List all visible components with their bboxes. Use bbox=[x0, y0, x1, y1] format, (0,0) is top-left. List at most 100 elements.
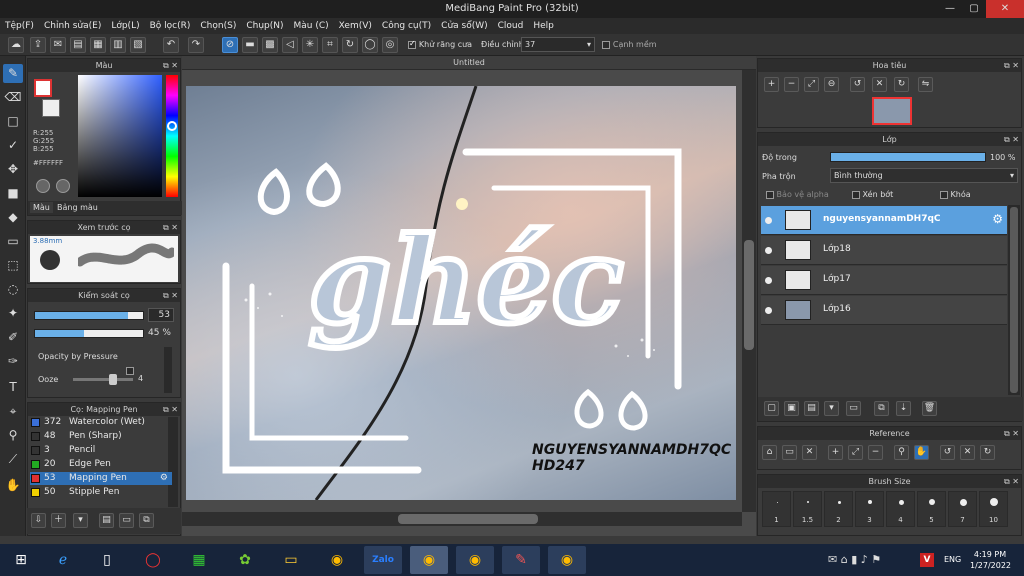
comic-icon[interactable]: ▧ bbox=[130, 37, 146, 53]
brush-size-cell[interactable]: 7 bbox=[948, 491, 977, 527]
ref-fit-icon[interactable]: ⤢ bbox=[848, 445, 863, 460]
clipping-option[interactable]: Xén bớt bbox=[852, 190, 893, 199]
brush-size-cell[interactable]: 5 bbox=[917, 491, 946, 527]
brush-size-value[interactable]: 53 bbox=[148, 308, 174, 322]
zoom-out-icon[interactable]: − bbox=[784, 77, 799, 92]
soft-edge-option[interactable]: Cạnh mềm bbox=[602, 40, 657, 50]
clock[interactable]: 4:19 PM 1/27/2022 bbox=[970, 549, 1011, 571]
brush-menu-icon[interactable]: ▾ bbox=[73, 513, 88, 528]
spreadsheet-icon[interactable]: ▦ bbox=[180, 546, 218, 574]
app-icon[interactable]: ✿ bbox=[226, 546, 264, 574]
brush-list-item[interactable]: 48 Pen (Sharp) bbox=[30, 430, 172, 443]
internet-explorer-icon[interactable]: ℯ bbox=[44, 546, 82, 574]
lock-checkbox[interactable] bbox=[940, 190, 948, 199]
layer-row[interactable]: Lớp18 bbox=[761, 236, 1007, 265]
brush-tool-icon[interactable]: ✎ bbox=[3, 64, 23, 83]
tab-color[interactable]: Màu bbox=[30, 202, 53, 213]
rotate-right-icon[interactable]: ↻ bbox=[894, 77, 909, 92]
panel-close-icon[interactable]: ⧉ ✕ bbox=[1004, 427, 1019, 440]
brush-list-item[interactable]: 50 Stipple Pen bbox=[30, 486, 172, 499]
brush-opacity-slider[interactable] bbox=[34, 329, 144, 338]
antialias-option[interactable]: Khử răng cưa bbox=[408, 39, 472, 50]
panel-close-icon[interactable]: ⧉ ✕ bbox=[163, 289, 178, 302]
zoom-100-icon[interactable]: ⊖ bbox=[824, 77, 839, 92]
color-picker-icon[interactable] bbox=[56, 179, 70, 193]
tray-icons[interactable]: ✉ ⌂ ▮ ♪ ⚑ bbox=[828, 553, 881, 566]
ref-zoom-in-icon[interactable]: + bbox=[828, 445, 843, 460]
close-button[interactable]: ✕ bbox=[986, 0, 1024, 18]
panel-close-icon[interactable]: ⧉ ✕ bbox=[163, 221, 178, 234]
grid-icon[interactable]: ▥ bbox=[110, 37, 126, 53]
hue-handle[interactable] bbox=[167, 121, 177, 131]
new-layer-icon[interactable]: ▢ bbox=[764, 401, 779, 416]
new-8bit-layer-icon[interactable]: ▤ bbox=[804, 401, 819, 416]
document-tab[interactable]: Untitled bbox=[182, 56, 756, 70]
panel-close-icon[interactable]: ⧉ ✕ bbox=[163, 59, 178, 72]
menu-help[interactable]: Help bbox=[528, 18, 559, 34]
rotate-left-icon[interactable]: ↺ bbox=[850, 77, 865, 92]
opacity-pressure-checkbox[interactable] bbox=[126, 366, 134, 375]
zoom-in-icon[interactable]: + bbox=[764, 77, 779, 92]
panel-close-icon[interactable]: ⧉ ✕ bbox=[163, 403, 178, 416]
menu-tools[interactable]: Công cụ(T) bbox=[377, 18, 436, 34]
snap-circle-icon[interactable]: ◯ bbox=[362, 37, 378, 53]
merge-layer-icon[interactable]: ⇣ bbox=[896, 401, 911, 416]
adjust-select[interactable]: 37 ▾ bbox=[521, 37, 595, 52]
brush-size-slider[interactable] bbox=[34, 311, 144, 320]
lasso-tool-icon[interactable]: ◌ bbox=[3, 280, 23, 299]
eye-icon[interactable] bbox=[765, 307, 772, 314]
new-file-icon[interactable]: ▤ bbox=[70, 37, 86, 53]
select-tool-icon[interactable]: ⬚ bbox=[3, 256, 23, 275]
eye-icon[interactable] bbox=[765, 247, 772, 254]
menu-cloud[interactable]: Cloud bbox=[493, 18, 529, 34]
ref-hand-icon[interactable]: ✋ bbox=[914, 445, 929, 460]
chrome-window-icon[interactable]: ◉ bbox=[410, 546, 448, 574]
soft-edge-checkbox[interactable] bbox=[602, 40, 610, 49]
panel-close-icon[interactable]: ⧉ ✕ bbox=[1004, 475, 1019, 488]
brush-size-cell[interactable]: 10 bbox=[979, 491, 1008, 527]
snap-parallel-icon[interactable]: ▬ bbox=[242, 37, 258, 53]
zalo-icon[interactable]: Zalo bbox=[364, 546, 402, 574]
redo-icon[interactable]: ↷ bbox=[188, 37, 204, 53]
medibang-icon[interactable]: ✎ bbox=[502, 546, 540, 574]
chrome-profile2-icon[interactable]: ◉ bbox=[548, 546, 586, 574]
eyedropper-icon[interactable]: ⚲ bbox=[3, 426, 23, 445]
menu-select[interactable]: Chọn(S) bbox=[195, 18, 241, 34]
chrome-profile-icon[interactable]: ◉ bbox=[456, 546, 494, 574]
clipping-checkbox[interactable] bbox=[852, 190, 860, 199]
ooze-slider[interactable] bbox=[73, 374, 133, 385]
snap-vanish-icon[interactable]: ◁ bbox=[282, 37, 298, 53]
close-reference-icon[interactable]: ✕ bbox=[802, 445, 817, 460]
move-tool-icon[interactable]: ✥ bbox=[3, 160, 23, 179]
delete-layer-icon[interactable]: 🗑 bbox=[922, 401, 937, 416]
brush-list-item[interactable]: 20 Edge Pen bbox=[30, 458, 172, 471]
ref-eyedropper-icon[interactable]: ⚲ bbox=[894, 445, 909, 460]
language-indicator[interactable]: ENG bbox=[944, 555, 961, 564]
menu-edit[interactable]: Chỉnh sửa(E) bbox=[39, 18, 106, 34]
brush-size-cell[interactable]: 2 bbox=[824, 491, 853, 527]
panel-close-icon[interactable]: ⧉ ✕ bbox=[1004, 59, 1019, 72]
brush-list-item[interactable]: 3 Pencil bbox=[30, 444, 172, 457]
protect-alpha-option[interactable]: Bảo vệ alpha bbox=[766, 190, 829, 199]
brush-list-item[interactable]: 53 Mapping Pen ⚙ bbox=[30, 472, 172, 485]
ref-zoom-out-icon[interactable]: − bbox=[868, 445, 883, 460]
menu-filter[interactable]: Bộ lọc(R) bbox=[145, 18, 196, 34]
brush-size-cell[interactable]: 3 bbox=[855, 491, 884, 527]
background-color-swatch[interactable] bbox=[42, 99, 60, 117]
hue-slider[interactable] bbox=[166, 75, 178, 197]
reset-view-icon[interactable]: ✕ bbox=[872, 77, 887, 92]
undo-icon[interactable]: ↶ bbox=[163, 37, 179, 53]
menu-layer[interactable]: Lớp(L) bbox=[106, 18, 144, 34]
panel-close-icon[interactable]: ⧉ ✕ bbox=[1004, 133, 1019, 146]
eye-icon[interactable] bbox=[765, 217, 772, 224]
brush-copy-icon[interactable]: ⧉ bbox=[139, 513, 154, 528]
layer-row[interactable]: Lớp17 bbox=[761, 266, 1007, 295]
bucket-tool-icon[interactable]: ◆ bbox=[3, 208, 23, 227]
maximize-button[interactable]: ▢ bbox=[962, 0, 986, 18]
layer-row[interactable]: Lớp16 bbox=[761, 296, 1007, 325]
file-explorer-icon[interactable]: ▭ bbox=[272, 546, 310, 574]
gear-icon[interactable]: ⚙ bbox=[992, 212, 1003, 226]
blend-mode-select[interactable]: Bình thường ▾ bbox=[830, 168, 1018, 183]
layer-menu-icon[interactable]: ▾ bbox=[824, 401, 839, 416]
navigator-thumbnail[interactable] bbox=[872, 97, 912, 125]
